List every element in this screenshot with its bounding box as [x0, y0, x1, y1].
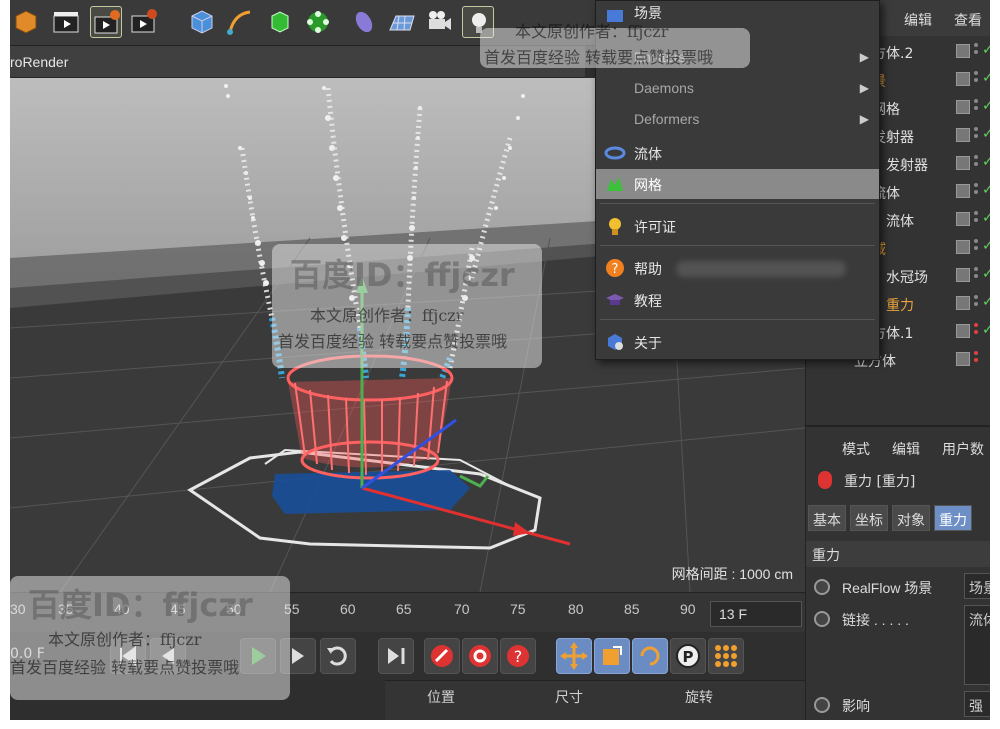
- submenu-arrow-icon: ▶: [859, 112, 869, 126]
- point-level-icon[interactable]: [708, 638, 744, 674]
- timeline-tick: 90: [680, 601, 696, 617]
- viewport-title: roRender: [10, 54, 69, 70]
- fluid-icon: [604, 142, 626, 164]
- menu-mode[interactable]: 模式: [842, 439, 870, 459]
- menu-item-mesh[interactable]: 网格: [596, 169, 879, 199]
- gravity-icon: [818, 471, 832, 489]
- watermark-line1: 本文原创作者：ffjczr: [515, 22, 669, 41]
- render-settings-icon[interactable]: [128, 6, 160, 38]
- menu-item-license[interactable]: 许可证: [596, 211, 879, 241]
- svg-text:?: ?: [514, 647, 523, 666]
- keyframe-help-icon[interactable]: ?: [500, 638, 536, 674]
- attribute-manager-menu: 模式 编辑 用户数: [806, 433, 990, 463]
- attribute-section-header: 重力: [806, 541, 990, 567]
- timeline-tick: 65: [396, 601, 412, 617]
- about-icon: [604, 331, 626, 353]
- menu-item-help[interactable]: ? 帮助: [596, 253, 879, 283]
- menu-separator: [600, 203, 875, 204]
- grid-distance-label: 网格间距 : 1000 cm: [671, 566, 793, 582]
- watermark-line2: 首发百度经验 转载要点赞投票哦: [484, 48, 714, 67]
- camera-icon[interactable]: [424, 6, 456, 38]
- deformer-icon[interactable]: [348, 6, 380, 38]
- tutorial-icon: [604, 289, 626, 311]
- blurred-region: [676, 261, 846, 277]
- license-icon: [604, 215, 626, 237]
- rotate-tool-icon[interactable]: [632, 638, 668, 674]
- parameter-key-icon[interactable]: P: [670, 638, 706, 674]
- watermark-line2: 首发百度经验 转载要点赞投票哦: [278, 332, 508, 351]
- clapperboard-icon[interactable]: [50, 6, 82, 38]
- timeline-tick: 85: [624, 601, 640, 617]
- param-radio[interactable]: [814, 611, 830, 627]
- mesh-icon: [604, 173, 626, 195]
- attribute-tabs: 基本 坐标 对象 重力: [808, 505, 990, 533]
- timeline-tick: 60: [340, 601, 356, 617]
- coordinates-header: 位置 尺寸 旋转: [385, 680, 805, 720]
- watermark-logo: 百度ID：ffjczr: [290, 256, 515, 294]
- submenu-arrow-icon: ▶: [859, 50, 869, 64]
- timeline-tick: 80: [568, 601, 584, 617]
- watermark-line1: 本文原创作者：ffjczr: [48, 630, 202, 649]
- param-radio[interactable]: [814, 697, 830, 713]
- go-to-end-button[interactable]: [378, 638, 414, 674]
- tab-basic[interactable]: 基本: [808, 505, 846, 531]
- loop-icon[interactable]: [320, 638, 356, 674]
- svg-text:P: P: [683, 648, 694, 666]
- menu-item-fluid[interactable]: 流体: [596, 138, 879, 168]
- array-generator-icon[interactable]: [302, 6, 334, 38]
- coord-position-label: 位置: [427, 690, 455, 706]
- menu-separator: [600, 245, 875, 246]
- menu-item-tutorial[interactable]: 教程: [596, 285, 879, 315]
- cube-primitive-icon[interactable]: [186, 6, 218, 38]
- influence-field[interactable]: 强: [964, 691, 990, 717]
- link-list-field[interactable]: 流体: [964, 605, 990, 685]
- scene-link-field[interactable]: 场景: [964, 573, 990, 599]
- help-icon: ?: [604, 257, 626, 279]
- current-frame-field[interactable]: 13 F: [710, 601, 802, 627]
- svg-text:?: ?: [612, 262, 619, 277]
- link-param[interactable]: 链接 . . . . . 流体: [814, 605, 990, 685]
- realflow-scene-param[interactable]: RealFlow 场景 场景: [814, 573, 990, 601]
- watermark-line1: 本文原创作者：ffjczr: [310, 306, 464, 325]
- menu-item-daemons[interactable]: Daemons ▶: [596, 74, 879, 104]
- timeline-tick: 70: [454, 601, 470, 617]
- tab-object[interactable]: 对象: [892, 505, 930, 531]
- tab-coord[interactable]: 坐标: [850, 505, 888, 531]
- menu-separator: [600, 319, 875, 320]
- scale-tool-icon[interactable]: [594, 638, 630, 674]
- watermark-logo: 百度ID：ffjczr: [28, 586, 253, 624]
- coord-rotation-label: 旋转: [685, 690, 713, 706]
- menu-item-deformers[interactable]: Deformers ▶: [596, 105, 879, 135]
- cube-orange-icon[interactable]: [10, 6, 42, 38]
- watermark-line2: 首发百度经验 转载要点赞投票哦: [10, 658, 240, 677]
- render-view-icon[interactable]: [90, 6, 122, 38]
- attribute-manager: 模式 编辑 用户数 重力 [重力] 基本 坐标 对象 重力 重力 RealFlo…: [805, 425, 990, 720]
- subdivision-icon[interactable]: [264, 6, 296, 38]
- cinema4d-window: roRender 网格间距: 1000 cm 55 60 65 70 75 8…: [10, 0, 990, 720]
- autokey-icon[interactable]: [462, 638, 498, 674]
- influence-param[interactable]: 影响 强: [814, 691, 990, 719]
- record-keyframe-icon[interactable]: [424, 638, 460, 674]
- menu-item-about[interactable]: 关于: [596, 327, 879, 357]
- menu-user-data[interactable]: 用户数: [942, 439, 984, 459]
- tab-gravity[interactable]: 重力: [934, 505, 972, 531]
- param-radio[interactable]: [814, 579, 830, 595]
- attribute-title: 重力 [重力]: [844, 474, 916, 490]
- floor-icon[interactable]: [386, 6, 418, 38]
- coord-size-label: 尺寸: [555, 690, 583, 706]
- menu-edit[interactable]: 编辑: [904, 10, 932, 30]
- menu-edit[interactable]: 编辑: [892, 439, 920, 459]
- submenu-arrow-icon: ▶: [859, 81, 869, 95]
- move-tool-icon[interactable]: [556, 638, 592, 674]
- timeline-tick: 75: [510, 601, 526, 617]
- pen-spline-icon[interactable]: [224, 6, 256, 38]
- menu-view[interactable]: 查看: [954, 10, 982, 30]
